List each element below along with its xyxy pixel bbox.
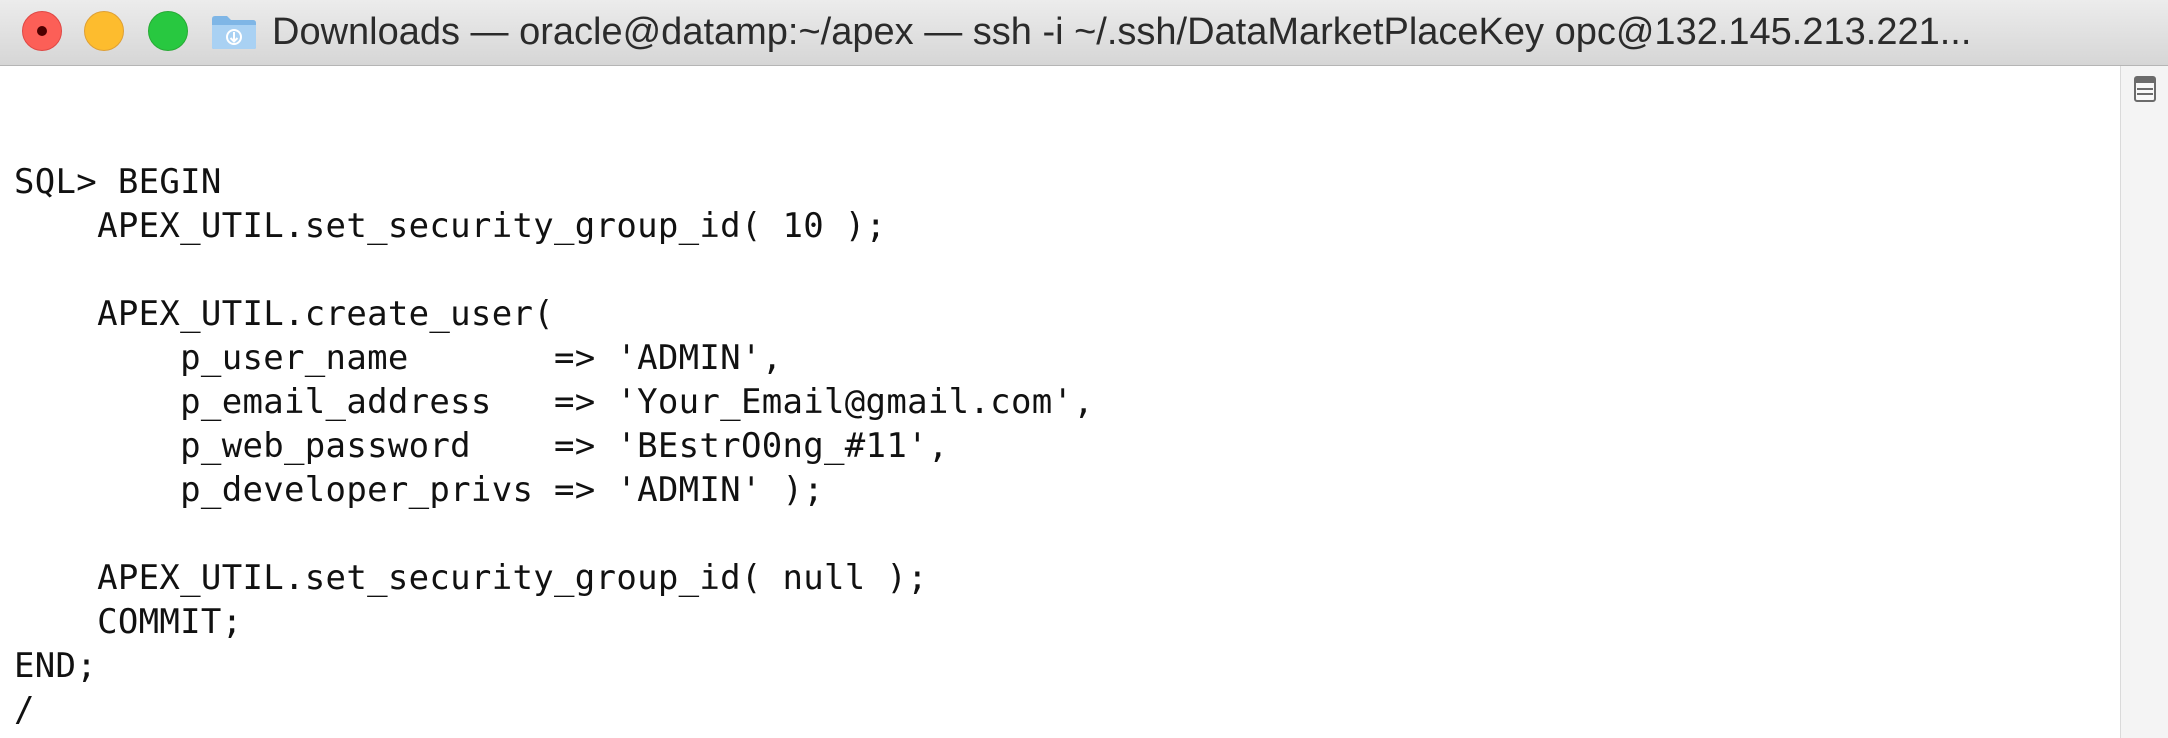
split-pane-icon[interactable] xyxy=(2134,76,2156,102)
minimize-button[interactable] xyxy=(84,11,124,51)
terminal-line: p_email_address => 'Your_Email@gmail.com… xyxy=(14,382,1095,422)
terminal-line: COMMIT; xyxy=(14,602,243,642)
terminal-line: p_developer_privs => 'ADMIN' ); xyxy=(14,470,825,510)
terminal-content[interactable]: SQL> BEGIN APEX_UTIL.set_security_group_… xyxy=(0,66,2120,738)
close-button[interactable] xyxy=(22,11,62,51)
title-bar[interactable]: Downloads — oracle@datamp:~/apex — ssh -… xyxy=(0,0,2168,66)
terminal-line: END; xyxy=(14,646,98,686)
terminal-line: / xyxy=(14,690,35,730)
terminal-line: p_user_name => 'ADMIN', xyxy=(14,338,783,378)
folder-icon xyxy=(212,16,256,49)
terminal-line: APEX_UTIL.create_user( xyxy=(14,294,555,334)
zoom-button[interactable] xyxy=(148,11,188,51)
vertical-scrollbar[interactable] xyxy=(2120,66,2168,738)
terminal-output: SQL> BEGIN APEX_UTIL.set_security_group_… xyxy=(14,160,1094,732)
terminal-line: SQL> BEGIN xyxy=(14,162,222,202)
terminal-line: APEX_UTIL.set_security_group_id( 10 ); xyxy=(14,206,887,246)
terminal-line: APEX_UTIL.set_security_group_id( null ); xyxy=(14,558,928,598)
window-title: Downloads — oracle@datamp:~/apex — ssh -… xyxy=(272,11,1972,53)
terminal-line: p_web_password => 'BEstrO0ng_#11', xyxy=(14,426,949,466)
terminal-window: Downloads — oracle@datamp:~/apex — ssh -… xyxy=(0,0,2168,738)
